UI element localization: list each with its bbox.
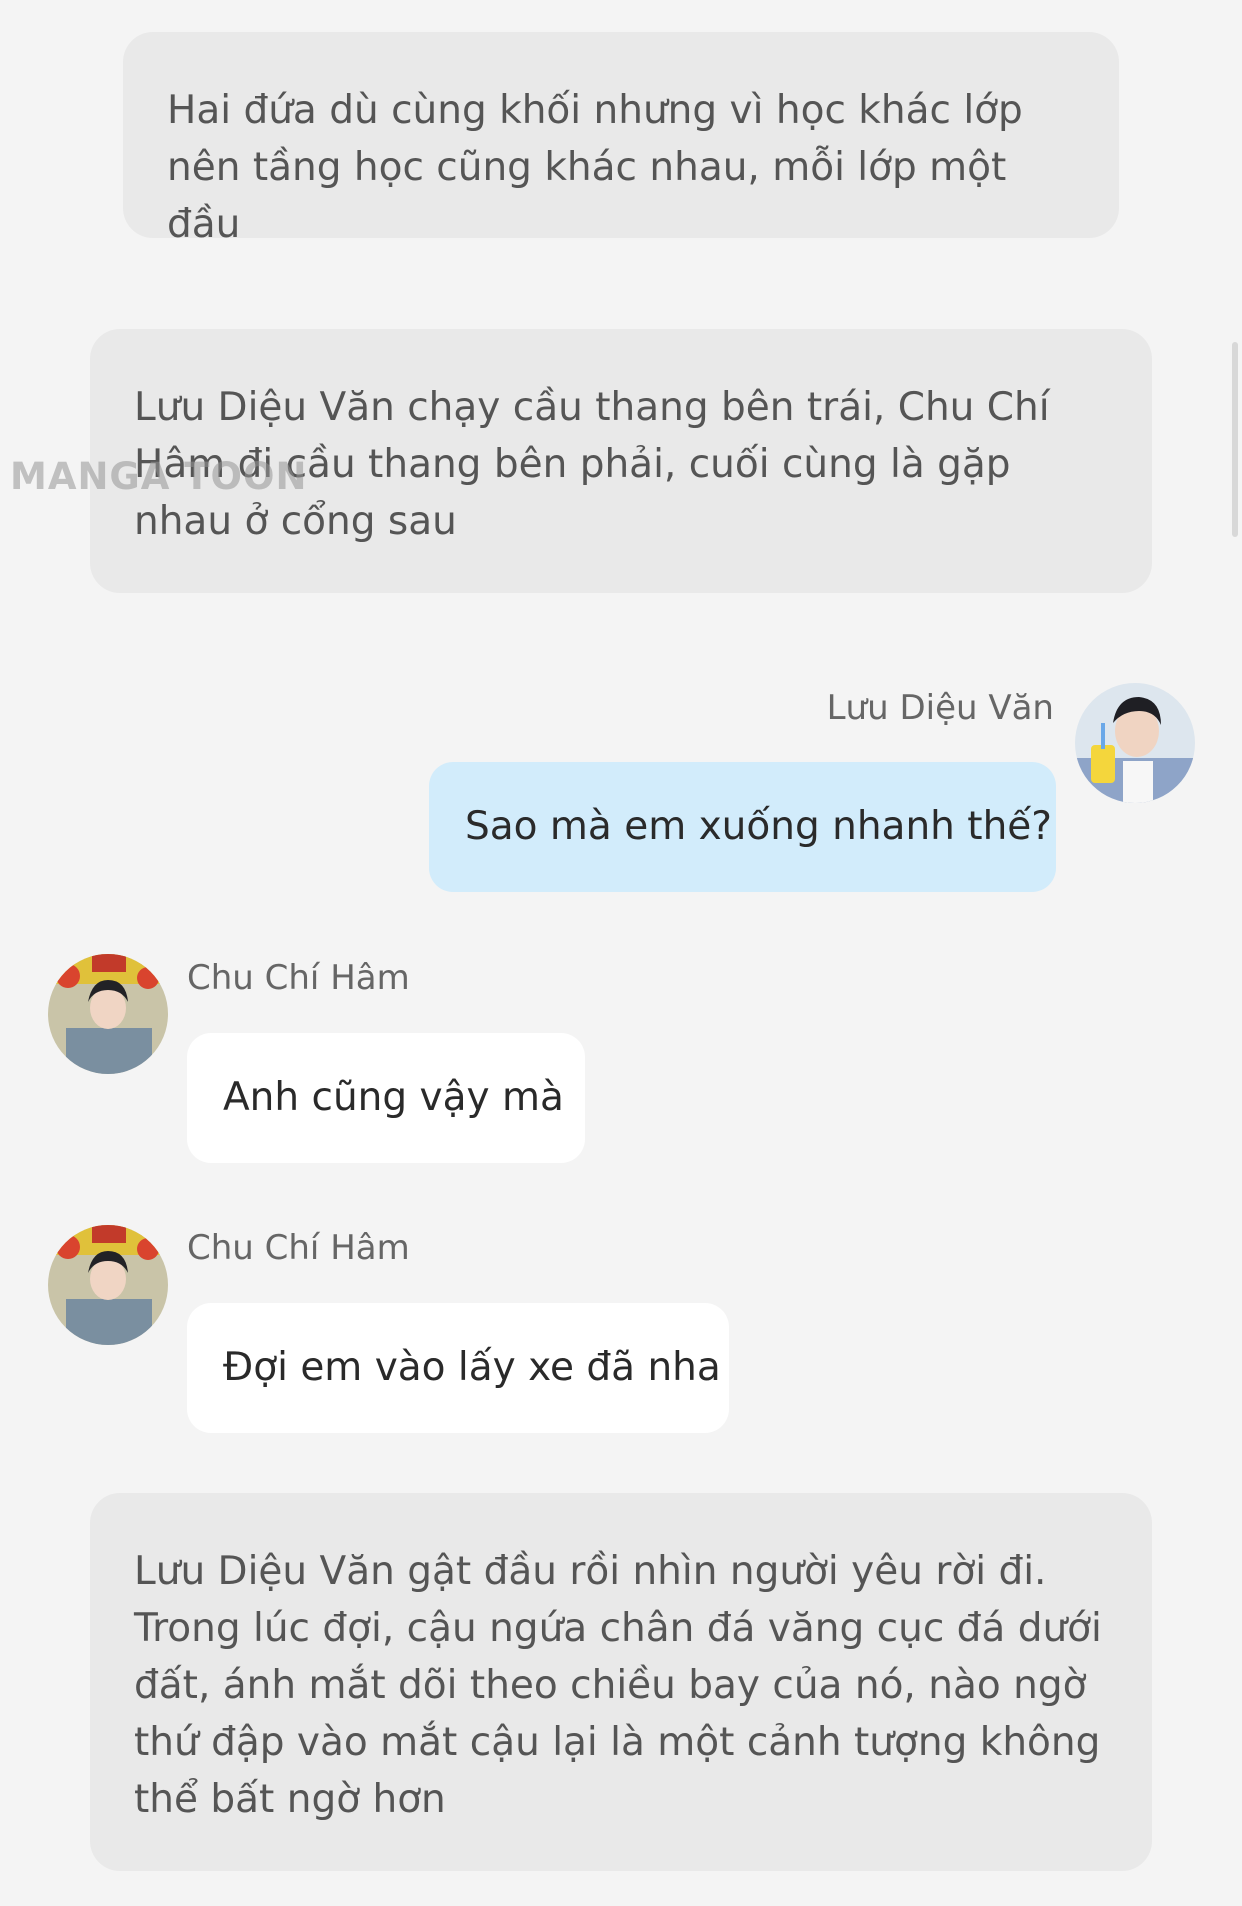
message-text: Sao mà em xuống nhanh thế? <box>465 804 1052 849</box>
narration-block: Lưu Diệu Văn gật đầu rồi nhìn người yêu … <box>90 1493 1152 1871</box>
narration-block: Hai đứa dù cùng khối nhưng vì học khác l… <box>123 32 1119 247</box>
mangatoon-watermark: MANGA TOON <box>10 455 308 498</box>
message-bubble-incoming[interactable]: Đợi em vào lấy xe đã nha <box>187 1303 729 1433</box>
scroll-indicator[interactable] <box>1232 342 1238 537</box>
sender-name: Lưu Diệu Văn <box>826 688 1054 728</box>
narration-text: Lưu Diệu Văn gật đầu rồi nhìn người yêu … <box>134 1549 1102 1822</box>
avatar-chu-chi-ham[interactable] <box>48 954 168 1074</box>
message-text: Đợi em vào lấy xe đã nha <box>223 1345 721 1390</box>
avatar-luu-dieu-van[interactable] <box>1075 683 1195 803</box>
sender-name: Chu Chí Hâm <box>187 1228 410 1268</box>
avatar-icon <box>48 954 168 1074</box>
narration-text: Hai đứa dù cùng khối nhưng vì học khác l… <box>167 88 1023 247</box>
sender-name: Chu Chí Hâm <box>187 958 410 998</box>
message-bubble-outgoing[interactable]: Sao mà em xuống nhanh thế? <box>429 762 1056 892</box>
avatar-icon <box>1075 683 1195 803</box>
avatar-icon <box>48 1225 168 1345</box>
message-text: Anh cũng vậy mà <box>223 1075 564 1120</box>
message-bubble-incoming[interactable]: Anh cũng vậy mà <box>187 1033 585 1163</box>
avatar-chu-chi-ham[interactable] <box>48 1225 168 1345</box>
